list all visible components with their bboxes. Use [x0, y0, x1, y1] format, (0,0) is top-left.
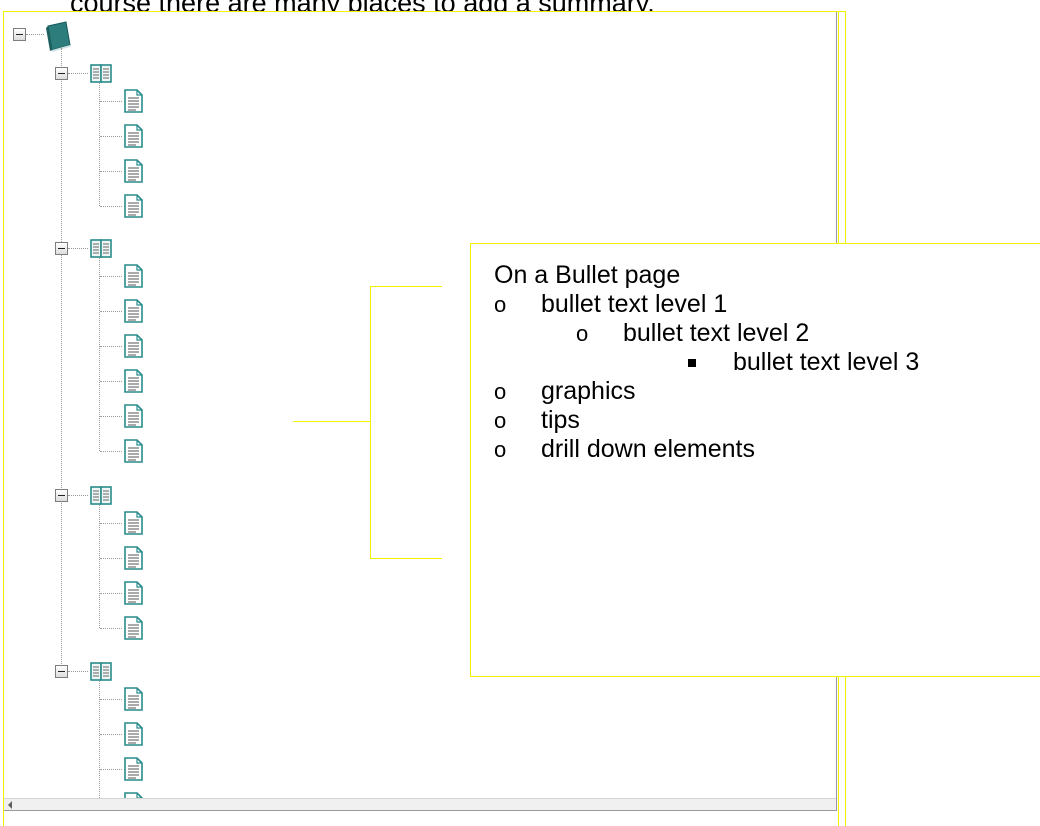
open-book-icon: [90, 239, 112, 258]
tree-connector: [100, 523, 122, 524]
closed-book-icon: [44, 20, 74, 54]
tree-connector: [100, 734, 122, 735]
document-icon: [124, 299, 144, 323]
document-icon: [124, 194, 144, 218]
tree-connector: [68, 248, 88, 249]
tree-connector: [99, 258, 100, 451]
tree-connector: [100, 206, 122, 207]
callout-bullet-text: tips: [541, 406, 580, 434]
callout-bullet-item: bullet text level 3: [471, 348, 1040, 377]
callout-bullet-text: graphics: [541, 377, 636, 405]
callout-bullet-text: bullet text level 1: [541, 290, 728, 318]
tree-connector: [100, 276, 122, 277]
document-icon: [124, 722, 144, 746]
hollow-circle-bullet-icon: o: [494, 379, 507, 404]
hollow-circle-bullet-icon: o: [494, 292, 507, 317]
document-icon: [124, 159, 144, 183]
document-icon: [124, 334, 144, 358]
callout-bullet-item: o bullet text level 2: [471, 319, 1040, 348]
callout-bullet-text: drill down elements: [541, 435, 755, 463]
highlight-frame-left: [3, 11, 4, 826]
collapse-toggle-chapter-4[interactable]: [55, 665, 68, 678]
collapse-toggle-chapter-1[interactable]: [55, 67, 68, 80]
tree-connector: [26, 34, 44, 35]
hollow-circle-bullet-icon: o: [576, 321, 589, 346]
tree-connector: [68, 73, 88, 74]
tree-connector: [100, 311, 122, 312]
document-icon: [124, 757, 144, 781]
tree-connector: [100, 628, 122, 629]
tree-connector: [100, 416, 122, 417]
open-book-icon: [90, 486, 112, 505]
document-icon: [124, 546, 144, 570]
callout-bullet-text: bullet text level 2: [623, 319, 810, 347]
collapse-toggle-chapter-3[interactable]: [55, 489, 68, 502]
document-icon: [124, 581, 144, 605]
callout-box: On a Bullet page o bullet text level 1 o bu…: [470, 243, 1040, 677]
bracket-vertical: [370, 286, 371, 558]
callout-bullet-item: o tips: [471, 406, 1040, 435]
tree-connector: [61, 48, 62, 666]
tree-connector: [100, 346, 122, 347]
tree-connector: [100, 171, 122, 172]
bracket-top: [370, 286, 442, 287]
square-bullet-icon: [688, 359, 696, 367]
open-book-icon: [90, 662, 112, 681]
hollow-circle-bullet-icon: o: [494, 437, 507, 462]
tree-connector: [100, 769, 122, 770]
horizontal-scrollbar[interactable]: [4, 798, 836, 810]
callout-bullet-item: o bullet text level 1: [471, 290, 1040, 319]
callout-bullet-item: o drill down elements: [471, 435, 1040, 464]
bracket-bottom: [370, 558, 442, 559]
document-icon: [124, 369, 144, 393]
document-icon: [124, 89, 144, 113]
hollow-circle-bullet-icon: o: [494, 408, 507, 433]
tree-connector: [100, 699, 122, 700]
document-icon: [124, 439, 144, 463]
tree-connector: [100, 136, 122, 137]
document-icon: [124, 404, 144, 428]
callout-bullet-item: o graphics: [471, 377, 1040, 406]
tree-connector: [100, 451, 122, 452]
scroll-left-icon[interactable]: [8, 801, 12, 809]
tree-connector: [100, 593, 122, 594]
document-icon: [124, 511, 144, 535]
tree-connector: [68, 671, 88, 672]
document-icon: [124, 264, 144, 288]
document-icon: [124, 616, 144, 640]
open-book-icon: [90, 64, 112, 83]
callout-bullet-text: bullet text level 3: [733, 348, 920, 376]
document-icon: [124, 124, 144, 148]
tree-connector: [100, 101, 122, 102]
tree-connector: [100, 381, 122, 382]
connector-line: [293, 421, 370, 422]
collapse-toggle-chapter-2[interactable]: [55, 242, 68, 255]
document-icon: [124, 687, 144, 711]
collapse-toggle-main-page[interactable]: [13, 28, 26, 41]
tree-connector: [68, 495, 88, 496]
tree-connector: [100, 558, 122, 559]
highlight-frame-top: [3, 11, 846, 12]
callout-title: On a Bullet page: [494, 261, 681, 289]
